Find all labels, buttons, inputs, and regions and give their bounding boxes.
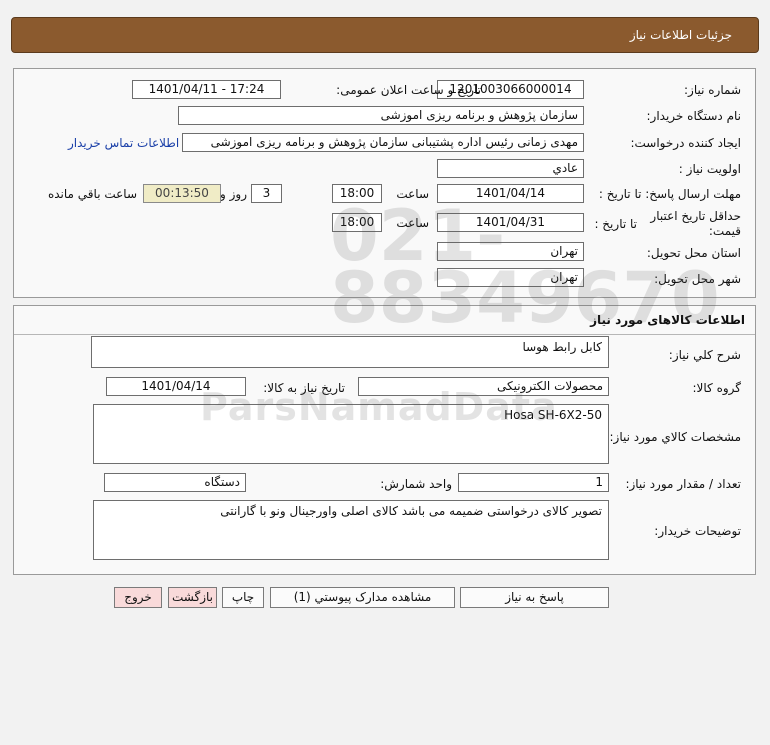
remaining-label: ساعت باقي مانده: [47, 187, 137, 201]
back-button[interactable]: بازگشت: [168, 587, 217, 608]
announce-label: تاریخ و ساعت اعلان عمومی:: [336, 83, 481, 97]
attachments-button[interactable]: مشاهده مدارک پیوستي (1): [270, 587, 455, 608]
validity-label-2: قیمت:: [708, 224, 741, 238]
buyer-org-field: سازمان پژوهش و برنامه ریزی اموزشی: [178, 106, 584, 125]
validity-label: حداقل تاریخ اعتبار: [650, 209, 741, 223]
remaining-time-field: 00:13:50: [143, 184, 221, 203]
specs-field: Hosa SH-6X2-50: [93, 404, 609, 464]
validity-date-field: 1401/04/31: [437, 213, 584, 232]
print-button[interactable]: چاپ: [222, 587, 264, 608]
deadline-time-field: 18:00: [332, 184, 382, 203]
city-label: شهر محل تحویل:: [654, 272, 741, 286]
qty-field: 1: [458, 473, 609, 492]
buyer-notes-field: تصویر کالای درخواستی ضمیمه می باشد کالای…: [93, 500, 609, 560]
need-date-label: تاریخ نیاز به کالا:: [263, 381, 345, 395]
requester-label: ایجاد کننده درخواست:: [630, 136, 741, 150]
province-field: تهران: [437, 242, 584, 261]
priority-field: عادي: [437, 159, 584, 178]
deadline-date-field: 1401/04/14: [437, 184, 584, 203]
section-divider: [14, 334, 755, 335]
validity-time-label: ساعت: [396, 216, 429, 230]
deadline-label: مهلت ارسال پاسخ: تا تاریخ :: [598, 187, 741, 201]
unit-field: دستگاه: [104, 473, 246, 492]
need-date-field: 1401/04/14: [106, 377, 246, 396]
need-info-panel: [13, 68, 756, 298]
buyer-contact-link[interactable]: اطلاعات تماس خریدار: [68, 136, 179, 150]
province-label: استان محل تحویل:: [646, 246, 741, 260]
days-field: 3: [251, 184, 282, 203]
announce-field: 1401/04/11 - 17:24: [132, 80, 281, 99]
city-field: تهران: [437, 268, 584, 287]
exit-button[interactable]: خروج: [114, 587, 162, 608]
page-header: جزئیات اطلاعات نیاز: [11, 17, 759, 53]
buyer-notes-label: توضیحات خریدار:: [654, 524, 741, 538]
specs-label: مشخصات کالاي مورد نیاز:: [609, 430, 741, 444]
reply-button[interactable]: پاسخ به نیاز: [460, 587, 609, 608]
validity-time-field: 18:00: [332, 213, 382, 232]
unit-label: واحد شمارش:: [380, 477, 452, 491]
general-desc-label: شرح کلي نیاز:: [668, 348, 741, 362]
buyer-org-label: نام دستگاه خریدار:: [646, 109, 742, 123]
requester-field: مهدی زمانی رئیس اداره پشتیبانی سازمان پژ…: [182, 133, 584, 152]
validity-to-label: تا تاریخ :: [594, 217, 637, 231]
qty-label: تعداد / مقدار مورد نیاز:: [625, 477, 741, 491]
deadline-time-label: ساعت: [396, 187, 429, 201]
general-desc-field: کابل رابط هوسا: [91, 336, 609, 368]
goods-group-label: گروه کالا:: [692, 381, 742, 395]
days-label: روز و: [220, 187, 247, 201]
need-number-label: شماره نیاز:: [684, 83, 741, 97]
page-title: جزئیات اطلاعات نیاز: [629, 28, 732, 42]
goods-section-title: اطلاعات کالاهای مورد نیاز: [590, 313, 745, 327]
goods-group-field: محصولات الکترونیکی: [358, 377, 609, 396]
priority-label: اولویت نیاز :: [678, 162, 741, 176]
